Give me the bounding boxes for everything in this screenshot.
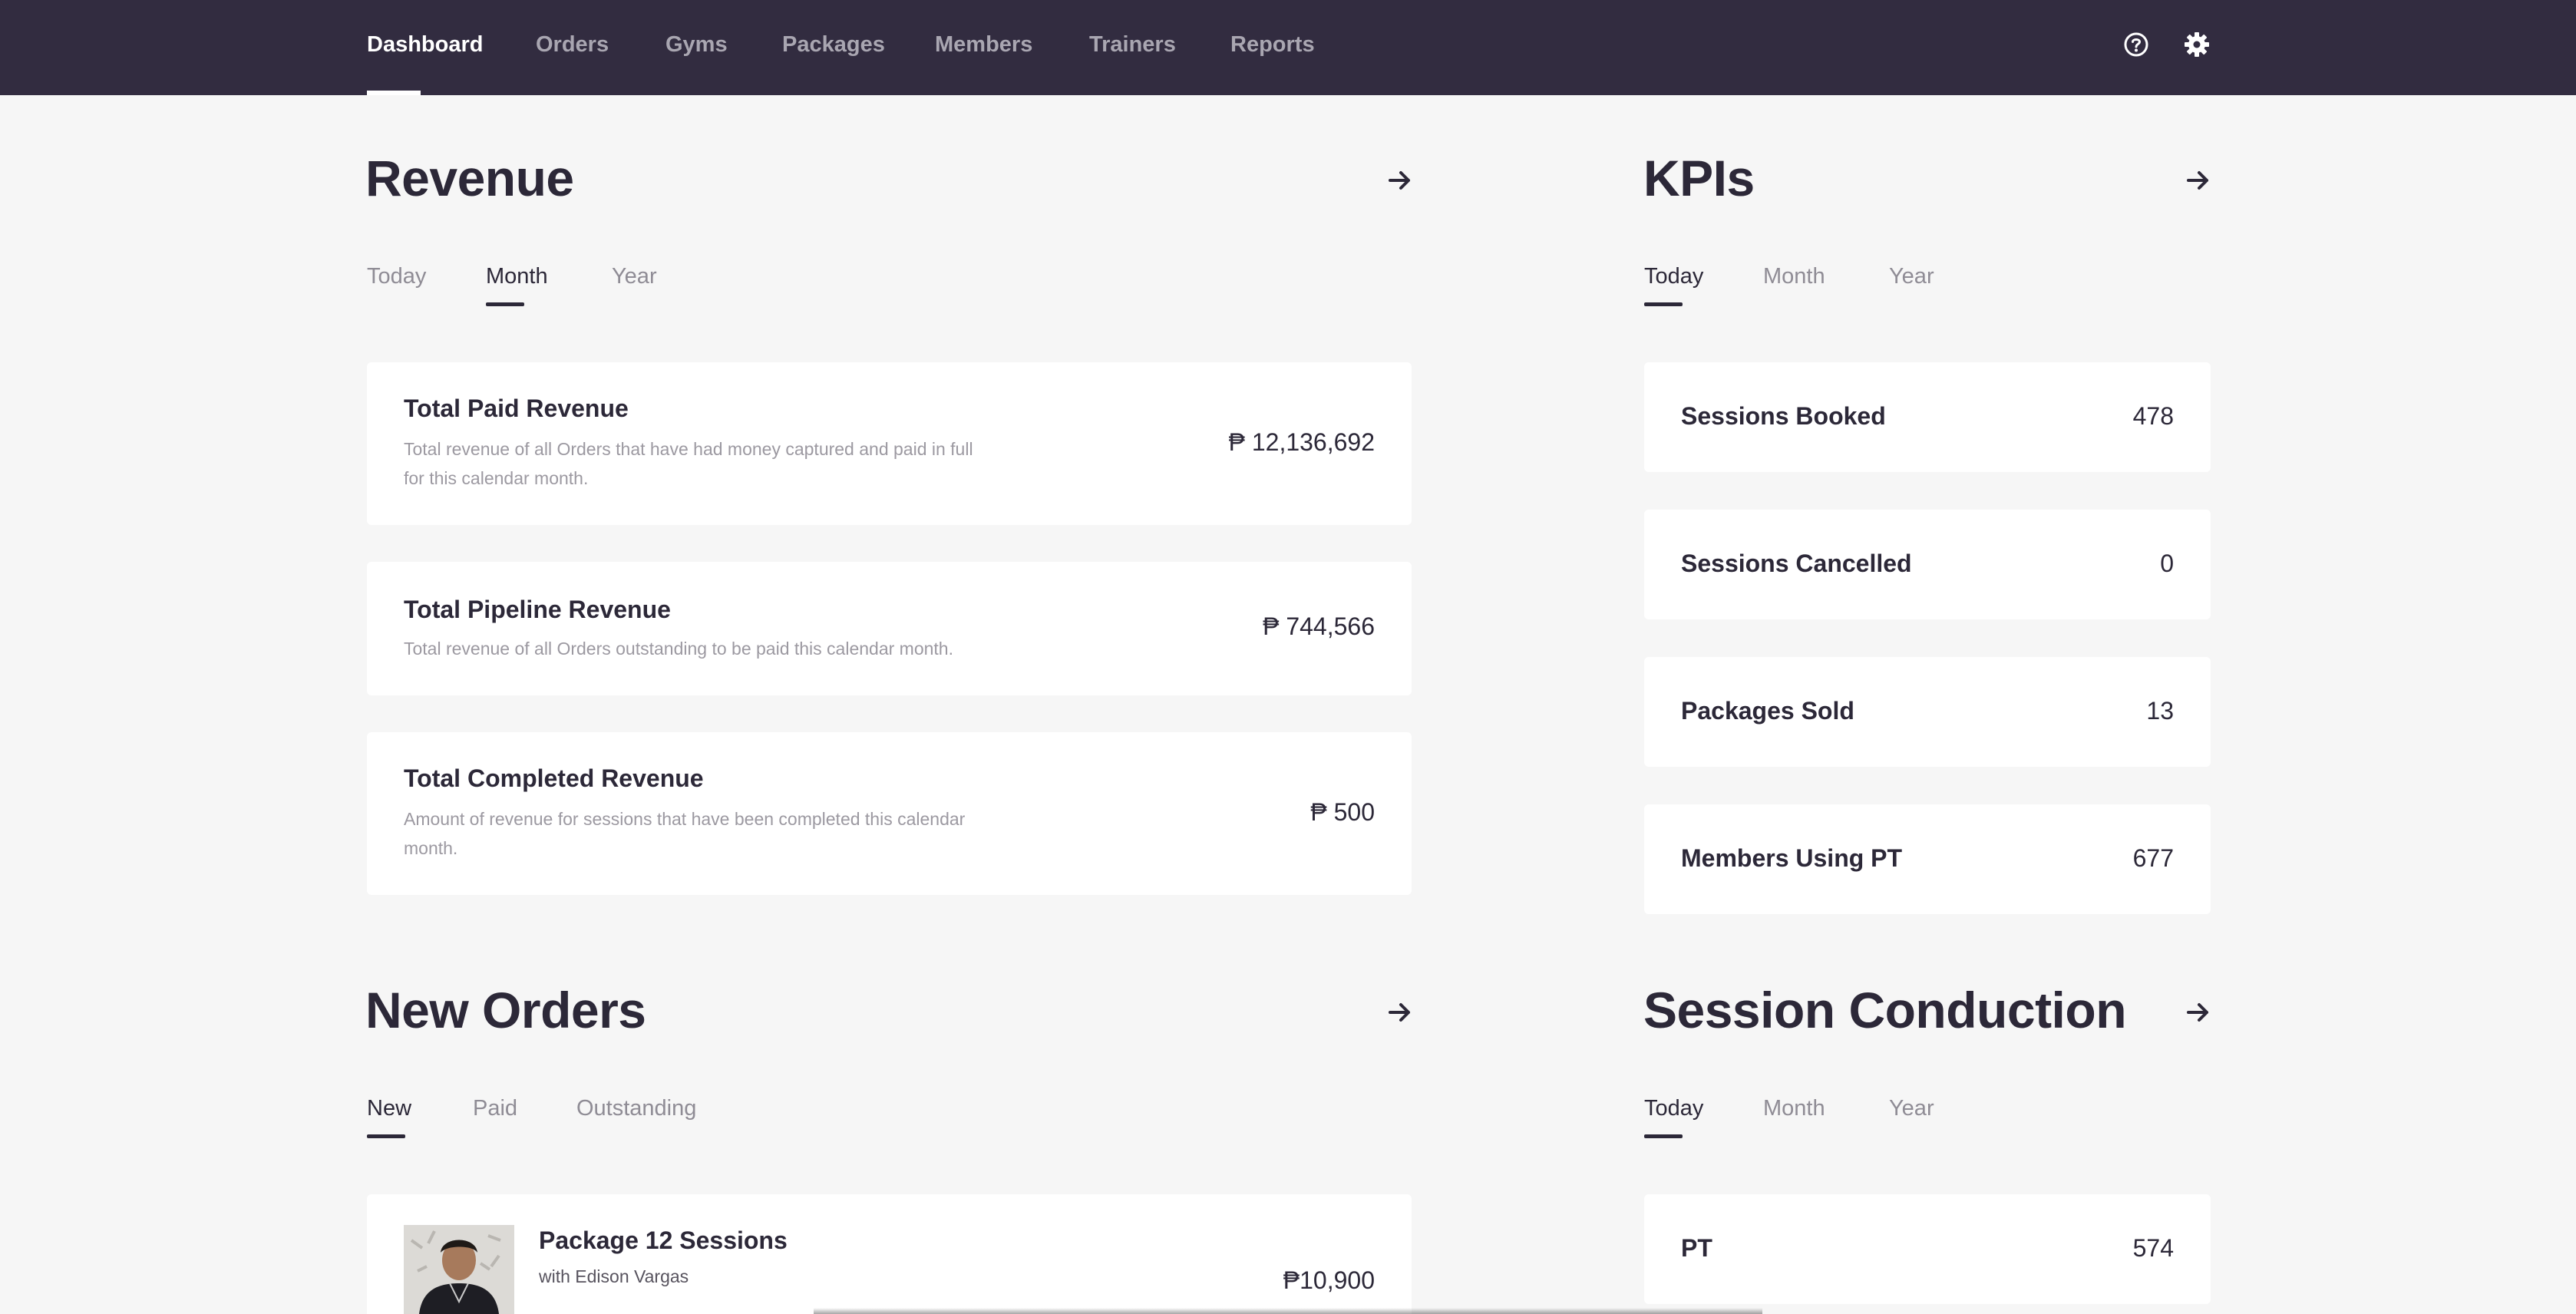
revenue-tab-year[interactable]: Year — [612, 264, 657, 289]
card-value: ₱ 12,136,692 — [1228, 428, 1375, 456]
help-icon[interactable] — [2122, 31, 2150, 58]
order-package-name: Package 12 Sessions — [539, 1227, 788, 1254]
active-nav-indicator — [367, 91, 421, 95]
kpi-card-sessions-cancelled[interactable]: Sessions Cancelled 0 — [1644, 510, 2211, 619]
session-tab-today[interactable]: Today — [1644, 1096, 1703, 1121]
kpi-label: Sessions Booked — [1681, 402, 1886, 430]
nav-packages[interactable]: Packages — [782, 32, 885, 58]
orders-tab-indicator — [367, 1134, 405, 1138]
card-description: Amount of revenue for sessions that have… — [404, 809, 966, 858]
card-title: Total Pipeline Revenue — [404, 596, 671, 623]
revenue-card-paid[interactable]: Total Paid Revenue Total revenue of all … — [367, 362, 1412, 525]
top-navigation-bar: Dashboard Orders Gyms Packages Members T… — [0, 0, 2576, 95]
session-label: PT — [1681, 1234, 1712, 1262]
card-title: Total Completed Revenue — [404, 764, 704, 792]
kpi-label: Sessions Cancelled — [1681, 550, 1912, 577]
bottom-scroll-shadow — [814, 1308, 1762, 1314]
revenue-title: Revenue — [365, 150, 574, 206]
nav-reports[interactable]: Reports — [1230, 32, 1315, 58]
kpis-title: KPIs — [1643, 150, 1755, 206]
kpis-tab-today[interactable]: Today — [1644, 264, 1703, 289]
revenue-card-completed[interactable]: Total Completed Revenue Amount of revenu… — [367, 732, 1412, 895]
kpis-arrow-icon[interactable] — [2185, 167, 2211, 193]
card-description: Total revenue of all Orders that have ha… — [404, 439, 973, 488]
order-card[interactable]: Package 12 Sessions with Edison Vargas ₱… — [367, 1194, 1412, 1314]
session-conduction-title: Session Conduction — [1643, 982, 2127, 1038]
orders-tab-outstanding[interactable]: Outstanding — [576, 1096, 696, 1121]
kpi-card-members-using-pt[interactable]: Members Using PT 677 — [1644, 804, 2211, 914]
new-orders-arrow-icon[interactable] — [1387, 999, 1413, 1025]
card-title: Total Paid Revenue — [404, 395, 629, 422]
session-card-pt[interactable]: PT 574 — [1644, 1194, 2211, 1304]
kpi-label: Packages Sold — [1681, 697, 1854, 725]
order-price: ₱10,900 — [1283, 1266, 1375, 1294]
kpi-value: 677 — [2132, 844, 2174, 872]
nav-orders[interactable]: Orders — [536, 32, 609, 58]
kpi-card-sessions-booked[interactable]: Sessions Booked 478 — [1644, 362, 2211, 472]
revenue-card-pipeline[interactable]: Total Pipeline Revenue Total revenue of … — [367, 562, 1412, 695]
orders-tab-paid[interactable]: Paid — [473, 1096, 517, 1121]
kpi-value: 0 — [2160, 550, 2174, 577]
session-value: 574 — [2132, 1234, 2174, 1262]
card-description: Total revenue of all Orders outstanding … — [404, 639, 953, 659]
kpis-tab-indicator — [1644, 302, 1683, 306]
trainer-avatar — [404, 1225, 514, 1314]
revenue-arrow-icon[interactable] — [1387, 167, 1413, 193]
revenue-tab-indicator — [486, 302, 524, 306]
kpi-label: Members Using PT — [1681, 844, 1903, 872]
kpis-tab-year[interactable]: Year — [1889, 264, 1934, 289]
kpi-value: 478 — [2132, 402, 2174, 430]
new-orders-title: New Orders — [365, 982, 646, 1038]
card-value: ₱ 500 — [1310, 798, 1375, 826]
revenue-tab-today[interactable]: Today — [367, 264, 426, 289]
nav-dashboard[interactable]: Dashboard — [367, 32, 483, 58]
orders-tab-new[interactable]: New — [367, 1096, 411, 1121]
session-tab-year[interactable]: Year — [1889, 1096, 1934, 1121]
nav-gyms[interactable]: Gyms — [665, 32, 728, 58]
session-tab-indicator — [1644, 1134, 1683, 1138]
nav-trainers[interactable]: Trainers — [1089, 32, 1176, 58]
order-trainer: with Edison Vargas — [539, 1266, 689, 1286]
kpi-value: 13 — [2146, 697, 2174, 725]
kpi-card-packages-sold[interactable]: Packages Sold 13 — [1644, 657, 2211, 767]
nav-members[interactable]: Members — [935, 32, 1032, 58]
card-value: ₱ 744,566 — [1263, 612, 1375, 640]
kpis-tab-month[interactable]: Month — [1763, 264, 1825, 289]
session-tab-month[interactable]: Month — [1763, 1096, 1825, 1121]
revenue-tab-month[interactable]: Month — [486, 264, 548, 289]
gear-icon[interactable] — [2183, 31, 2211, 58]
session-conduction-arrow-icon[interactable] — [2185, 999, 2211, 1025]
